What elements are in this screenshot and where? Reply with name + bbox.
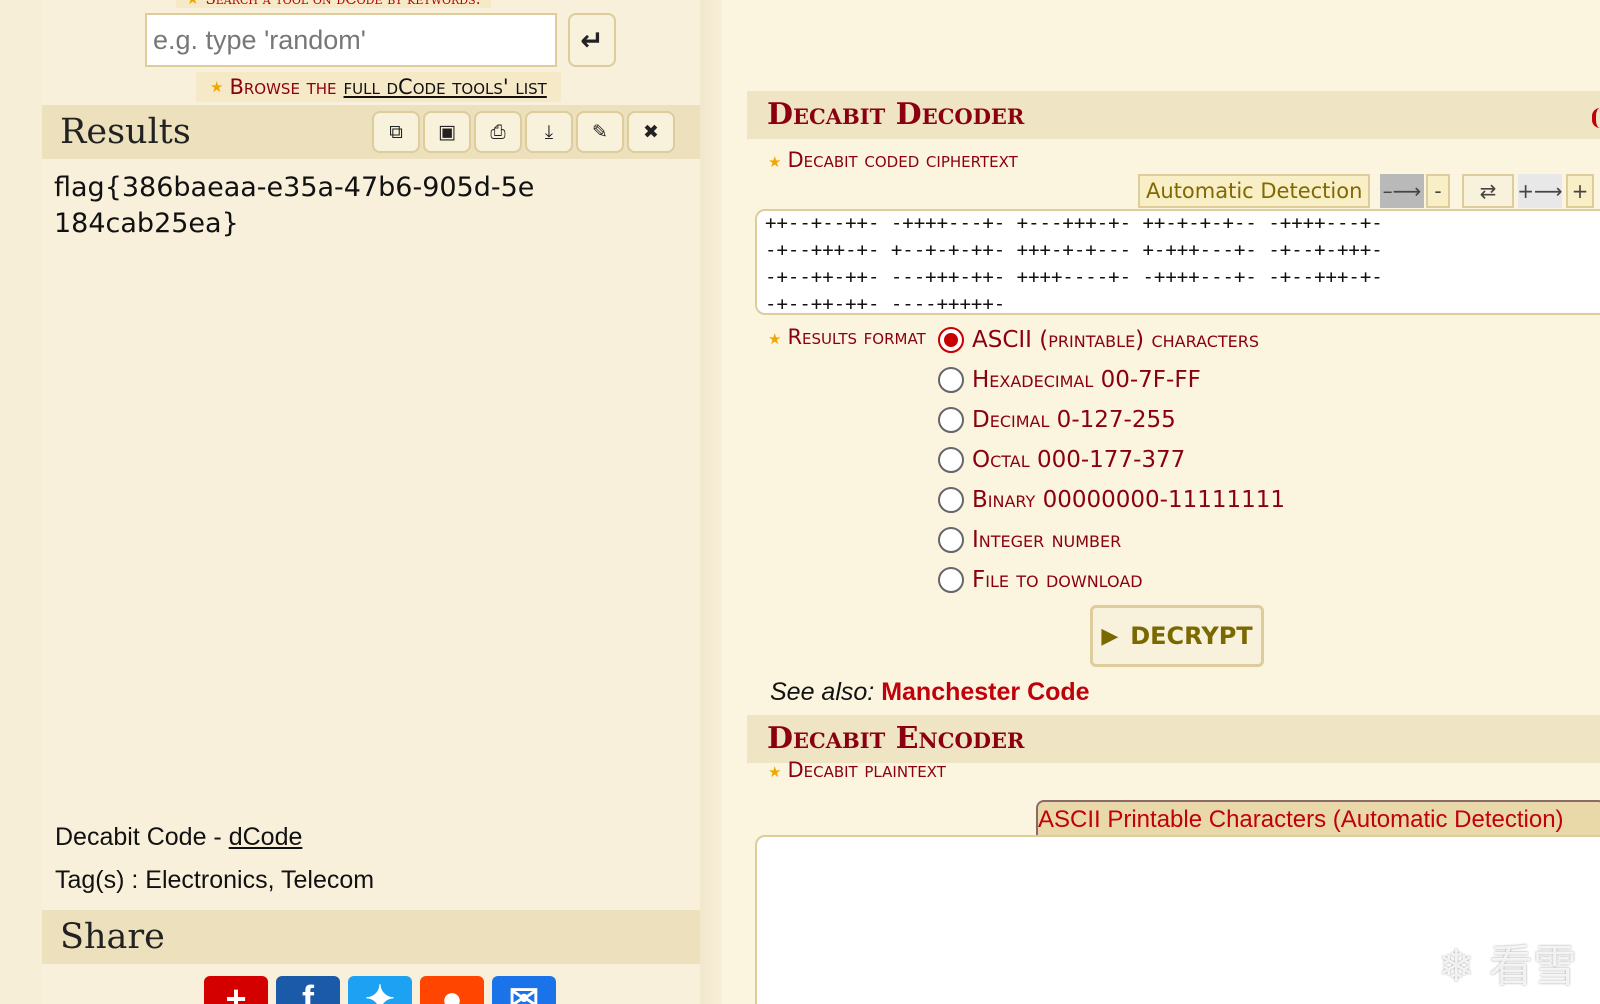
print-button[interactable]: ⎙ — [474, 111, 522, 153]
format-option-label: ASCII (printable) characters — [972, 327, 1260, 353]
format-option[interactable]: Hexadecimal 00-7F-FF — [938, 365, 1201, 395]
format-radio[interactable] — [938, 487, 964, 513]
manchester-code-link[interactable]: Manchester Code — [881, 678, 1089, 706]
copy-icon: ⧉ — [389, 121, 403, 143]
close-icon: ✖ — [643, 121, 659, 143]
search-input[interactable] — [145, 13, 557, 67]
ciphertext-label: ★ Decabit coded ciphertext — [768, 148, 1018, 172]
star-icon: ★ — [768, 153, 782, 171]
encoder-header: Decabit Encoder — [747, 715, 1600, 763]
format-radio[interactable] — [938, 527, 964, 553]
encoder-title: Decabit Encoder — [767, 721, 1025, 756]
format-option-label: Hexadecimal 00-7F-FF — [972, 367, 1201, 393]
minus-arrow-button[interactable]: –⟶ — [1380, 174, 1424, 208]
format-option-label: Decimal 0-127-255 — [972, 407, 1176, 433]
screenshot-button[interactable]: ▣ — [423, 111, 471, 153]
format-option[interactable]: Integer number — [938, 525, 1121, 555]
format-option[interactable]: Binary 00000000-11111111 — [938, 485, 1285, 515]
star-icon: ★ — [210, 78, 224, 96]
star-icon: ★ — [186, 0, 199, 8]
automatic-detection-button[interactable]: Automatic Detection — [1138, 174, 1371, 208]
result-output[interactable]: flag{386baeaa-e35a-47b6-905d-5e184cab25e… — [54, 170, 544, 242]
star-icon: ★ — [768, 763, 782, 781]
format-option-label: Integer number — [972, 527, 1122, 553]
swap-button[interactable]: ⇄ — [1462, 174, 1514, 208]
decoder-title: Decabit Decoder — [767, 97, 1025, 132]
decrypt-button[interactable]: ▶ DECRYPT — [1090, 605, 1264, 667]
format-radio[interactable] — [938, 407, 964, 433]
tool-name: Decabit Code — [55, 823, 207, 851]
format-option[interactable]: Decimal 0-127-255 — [938, 405, 1176, 435]
ciphertext-line: ++--+--++- -++++---+- +---+++-+- ++-+-+-… — [765, 212, 1383, 234]
decoder-header: Decabit Decoder — [747, 91, 1600, 139]
encoder-format-button[interactable]: ASCII Printable Characters (Automatic De… — [1036, 800, 1600, 838]
pin-icon: ✎ — [592, 121, 608, 143]
format-radio[interactable] — [938, 447, 964, 473]
results-format-label: ★ Results format — [768, 325, 926, 349]
email-icon: ✉ — [508, 978, 540, 1004]
watermark-logo: ❄ 看雪 — [1438, 941, 1577, 992]
share-title: Share — [60, 917, 165, 957]
share-header: Share — [42, 910, 700, 964]
download-icon: ⤓ — [544, 121, 554, 143]
format-option-label: Octal 000-177-377 — [972, 447, 1186, 473]
see-also: See also: Manchester Code — [770, 678, 1090, 706]
format-option[interactable]: ASCII (printable) characters — [938, 325, 1259, 355]
minus-button[interactable]: - — [1426, 174, 1450, 208]
browse-tools-link[interactable]: ★ Browse the full dCode tools' list — [196, 72, 561, 102]
dcode-link[interactable]: dCode — [229, 823, 303, 851]
print-icon: ⎙ — [490, 121, 506, 143]
ciphertext-input[interactable]: ++--+--++- -++++---+- +---+++-+- ++-+-+-… — [755, 209, 1600, 315]
facebook-share-button[interactable]: f — [276, 976, 340, 1004]
pin-button[interactable]: ✎ — [576, 111, 624, 153]
collapse-icon[interactable] — [1592, 108, 1600, 128]
panel-divider — [700, 0, 722, 1004]
download-button[interactable]: ⤓ — [525, 111, 573, 153]
results-header: Results ⧉ ▣ ⎙ ⤓ ✎ ✖ — [42, 105, 700, 159]
twitter-share-button[interactable]: ✦ — [348, 976, 412, 1004]
format-option[interactable]: File to download — [938, 565, 1143, 595]
search-caption: ★Search a tool on dCode by keywords: — [176, 0, 491, 8]
plus-button[interactable]: + — [1566, 174, 1594, 208]
format-radio[interactable] — [938, 567, 964, 593]
format-option[interactable]: Octal 000-177-377 — [938, 445, 1185, 475]
twitter-icon: ✦ — [364, 978, 396, 1004]
format-option-label: File to download — [972, 567, 1143, 593]
page-credit: Decabit Code - dCode — [55, 823, 303, 851]
ciphertext-line: -+--++-++- ----+++++- — [765, 293, 1006, 315]
screenshot-icon: ▣ — [438, 121, 456, 143]
email-share-button[interactable]: ✉ — [492, 976, 556, 1004]
play-icon: ▶ — [1101, 623, 1119, 649]
format-radio[interactable] — [938, 367, 964, 393]
facebook-icon: f — [302, 978, 314, 1004]
copy-button[interactable]: ⧉ — [372, 111, 420, 153]
plus-arrow-button[interactable]: +⟶ — [1517, 174, 1563, 208]
reddit-share-button[interactable]: ● — [420, 976, 484, 1004]
search-submit-button[interactable]: ↵ — [568, 13, 616, 67]
share-plus-share-button[interactable]: + — [204, 976, 268, 1004]
tags-line: Tag(s) : Electronics, Telecom — [55, 866, 375, 894]
ciphertext-line: -+--+++-+- +--+-+-++- +++-+-+--- +-+++--… — [765, 239, 1383, 261]
reddit-icon: ● — [441, 978, 463, 1004]
ciphertext-line: -+--++-++- ---+++-++- ++++----+- -++++--… — [765, 266, 1383, 288]
tags-values[interactable]: Electronics, Telecom — [145, 866, 374, 894]
share-plus-icon: + — [225, 978, 247, 1004]
format-radio[interactable] — [938, 327, 964, 353]
full-tools-list-link[interactable]: full dCode tools' list — [344, 75, 547, 99]
star-icon: ★ — [768, 330, 782, 348]
return-arrow-icon: ↵ — [580, 23, 604, 57]
results-title: Results — [60, 112, 191, 152]
close-button[interactable]: ✖ — [627, 111, 675, 153]
format-option-label: Binary 00000000-11111111 — [972, 487, 1286, 513]
plaintext-label: ★ Decabit plaintext — [768, 758, 946, 782]
